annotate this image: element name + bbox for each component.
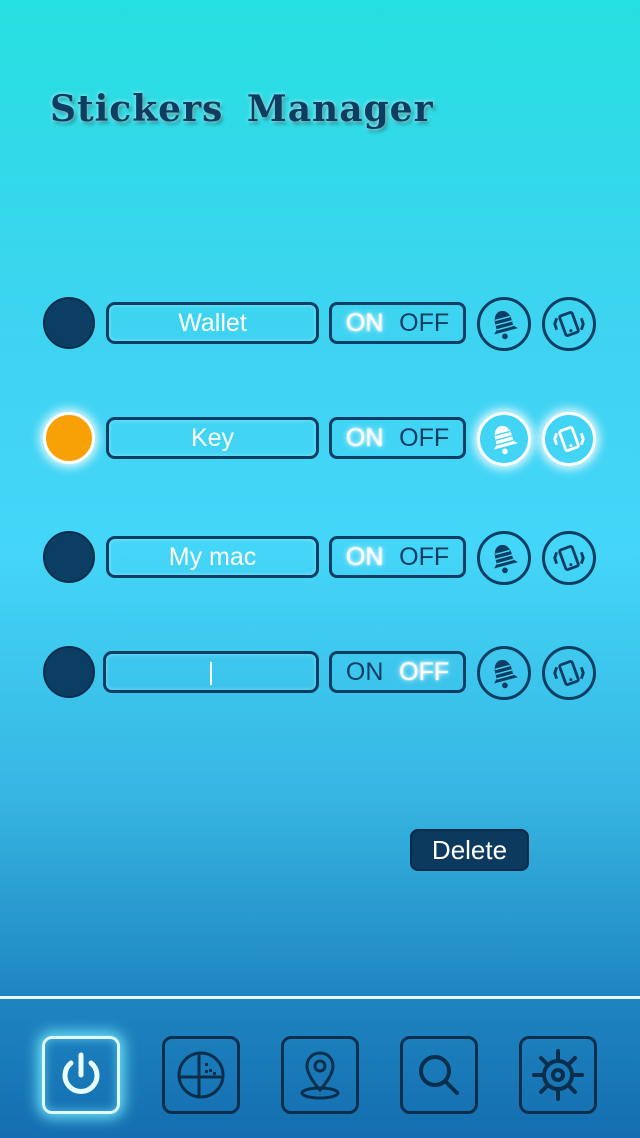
tab-settings[interactable]	[519, 1036, 597, 1114]
status-indicator[interactable]	[43, 412, 95, 464]
bell-button[interactable]	[477, 297, 531, 351]
bell-button[interactable]	[477, 646, 531, 700]
toggle-on-label[interactable]: ON	[346, 309, 384, 338]
vibrate-button[interactable]	[542, 531, 596, 585]
on-off-toggle[interactable]: ON OFF	[329, 302, 466, 344]
sticker-name-field[interactable]: Wallet	[106, 302, 319, 344]
tab-bar	[0, 999, 640, 1138]
toggle-off-label[interactable]: OFF	[399, 424, 449, 453]
toggle-on-label[interactable]: ON	[346, 543, 384, 572]
delete-button[interactable]: Delete	[410, 829, 529, 871]
sticker-name-field[interactable]: My mac	[106, 536, 319, 578]
sticker-name-input[interactable]: |	[103, 651, 319, 693]
vibrate-icon	[553, 426, 585, 452]
tab-radar[interactable]	[162, 1036, 240, 1114]
power-icon	[62, 1052, 100, 1094]
location-pin-icon	[300, 1051, 340, 1100]
tab-search[interactable]	[400, 1036, 478, 1114]
gear-icon	[532, 1049, 584, 1101]
vibrate-button[interactable]	[542, 646, 596, 700]
on-off-toggle[interactable]: ON OFF	[329, 536, 466, 578]
vibrate-button[interactable]	[542, 297, 596, 351]
toggle-on-label[interactable]: ON	[346, 658, 384, 687]
sticker-row-key: Key ON OFF	[0, 410, 640, 466]
bell-button[interactable]	[477, 531, 531, 585]
search-icon	[419, 1055, 459, 1095]
vibrate-button[interactable]	[542, 412, 596, 466]
sticker-row-new: | ON OFF	[0, 644, 640, 700]
bell-icon	[494, 310, 518, 340]
radar-icon	[177, 1051, 225, 1099]
sticker-row-wallet: Wallet ON OFF	[0, 295, 640, 351]
bell-icon	[494, 659, 518, 689]
toggle-off-label[interactable]: OFF	[399, 543, 449, 572]
status-indicator[interactable]	[43, 646, 95, 698]
vibrate-icon	[553, 545, 585, 571]
toggle-on-label[interactable]: ON	[346, 424, 384, 453]
status-indicator[interactable]	[43, 297, 95, 349]
toggle-off-label[interactable]: OFF	[399, 658, 449, 687]
status-indicator[interactable]	[43, 531, 95, 583]
page-title: Stickers Manager	[50, 88, 434, 130]
sticker-row-my-mac: My mac ON OFF	[0, 529, 640, 585]
bell-button[interactable]	[477, 412, 531, 466]
sticker-name-field[interactable]: Key	[106, 417, 319, 459]
vibrate-icon	[553, 311, 585, 337]
bell-icon	[494, 425, 518, 455]
vibrate-icon	[553, 660, 585, 686]
on-off-toggle[interactable]: ON OFF	[329, 417, 466, 459]
tab-power[interactable]	[42, 1036, 120, 1114]
bell-icon	[494, 544, 518, 574]
toggle-off-label[interactable]: OFF	[399, 309, 449, 338]
on-off-toggle[interactable]: ON OFF	[329, 651, 466, 693]
tab-location[interactable]	[281, 1036, 359, 1114]
